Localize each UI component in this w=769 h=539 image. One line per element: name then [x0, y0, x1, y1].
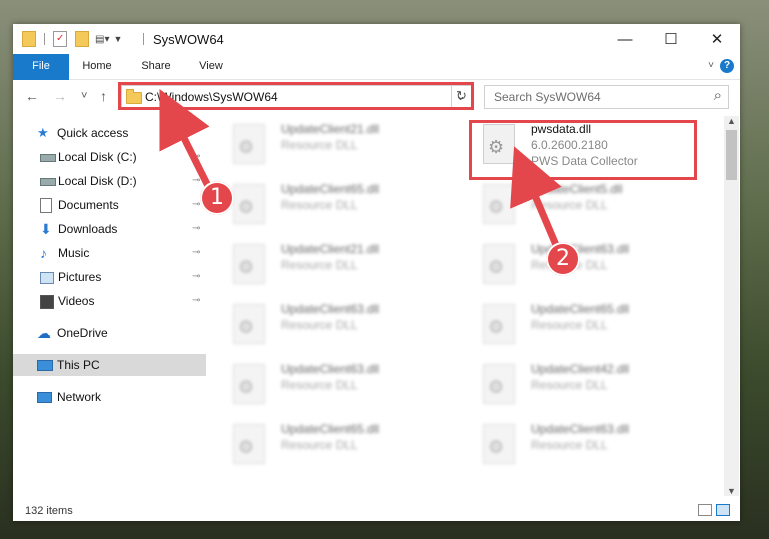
step-badge-1: 1	[200, 181, 234, 215]
arrow-2	[510, 146, 562, 247]
arrow-1	[159, 88, 214, 192]
step-badge-2: 2	[546, 242, 580, 276]
annotation-arrows	[159, 88, 562, 247]
